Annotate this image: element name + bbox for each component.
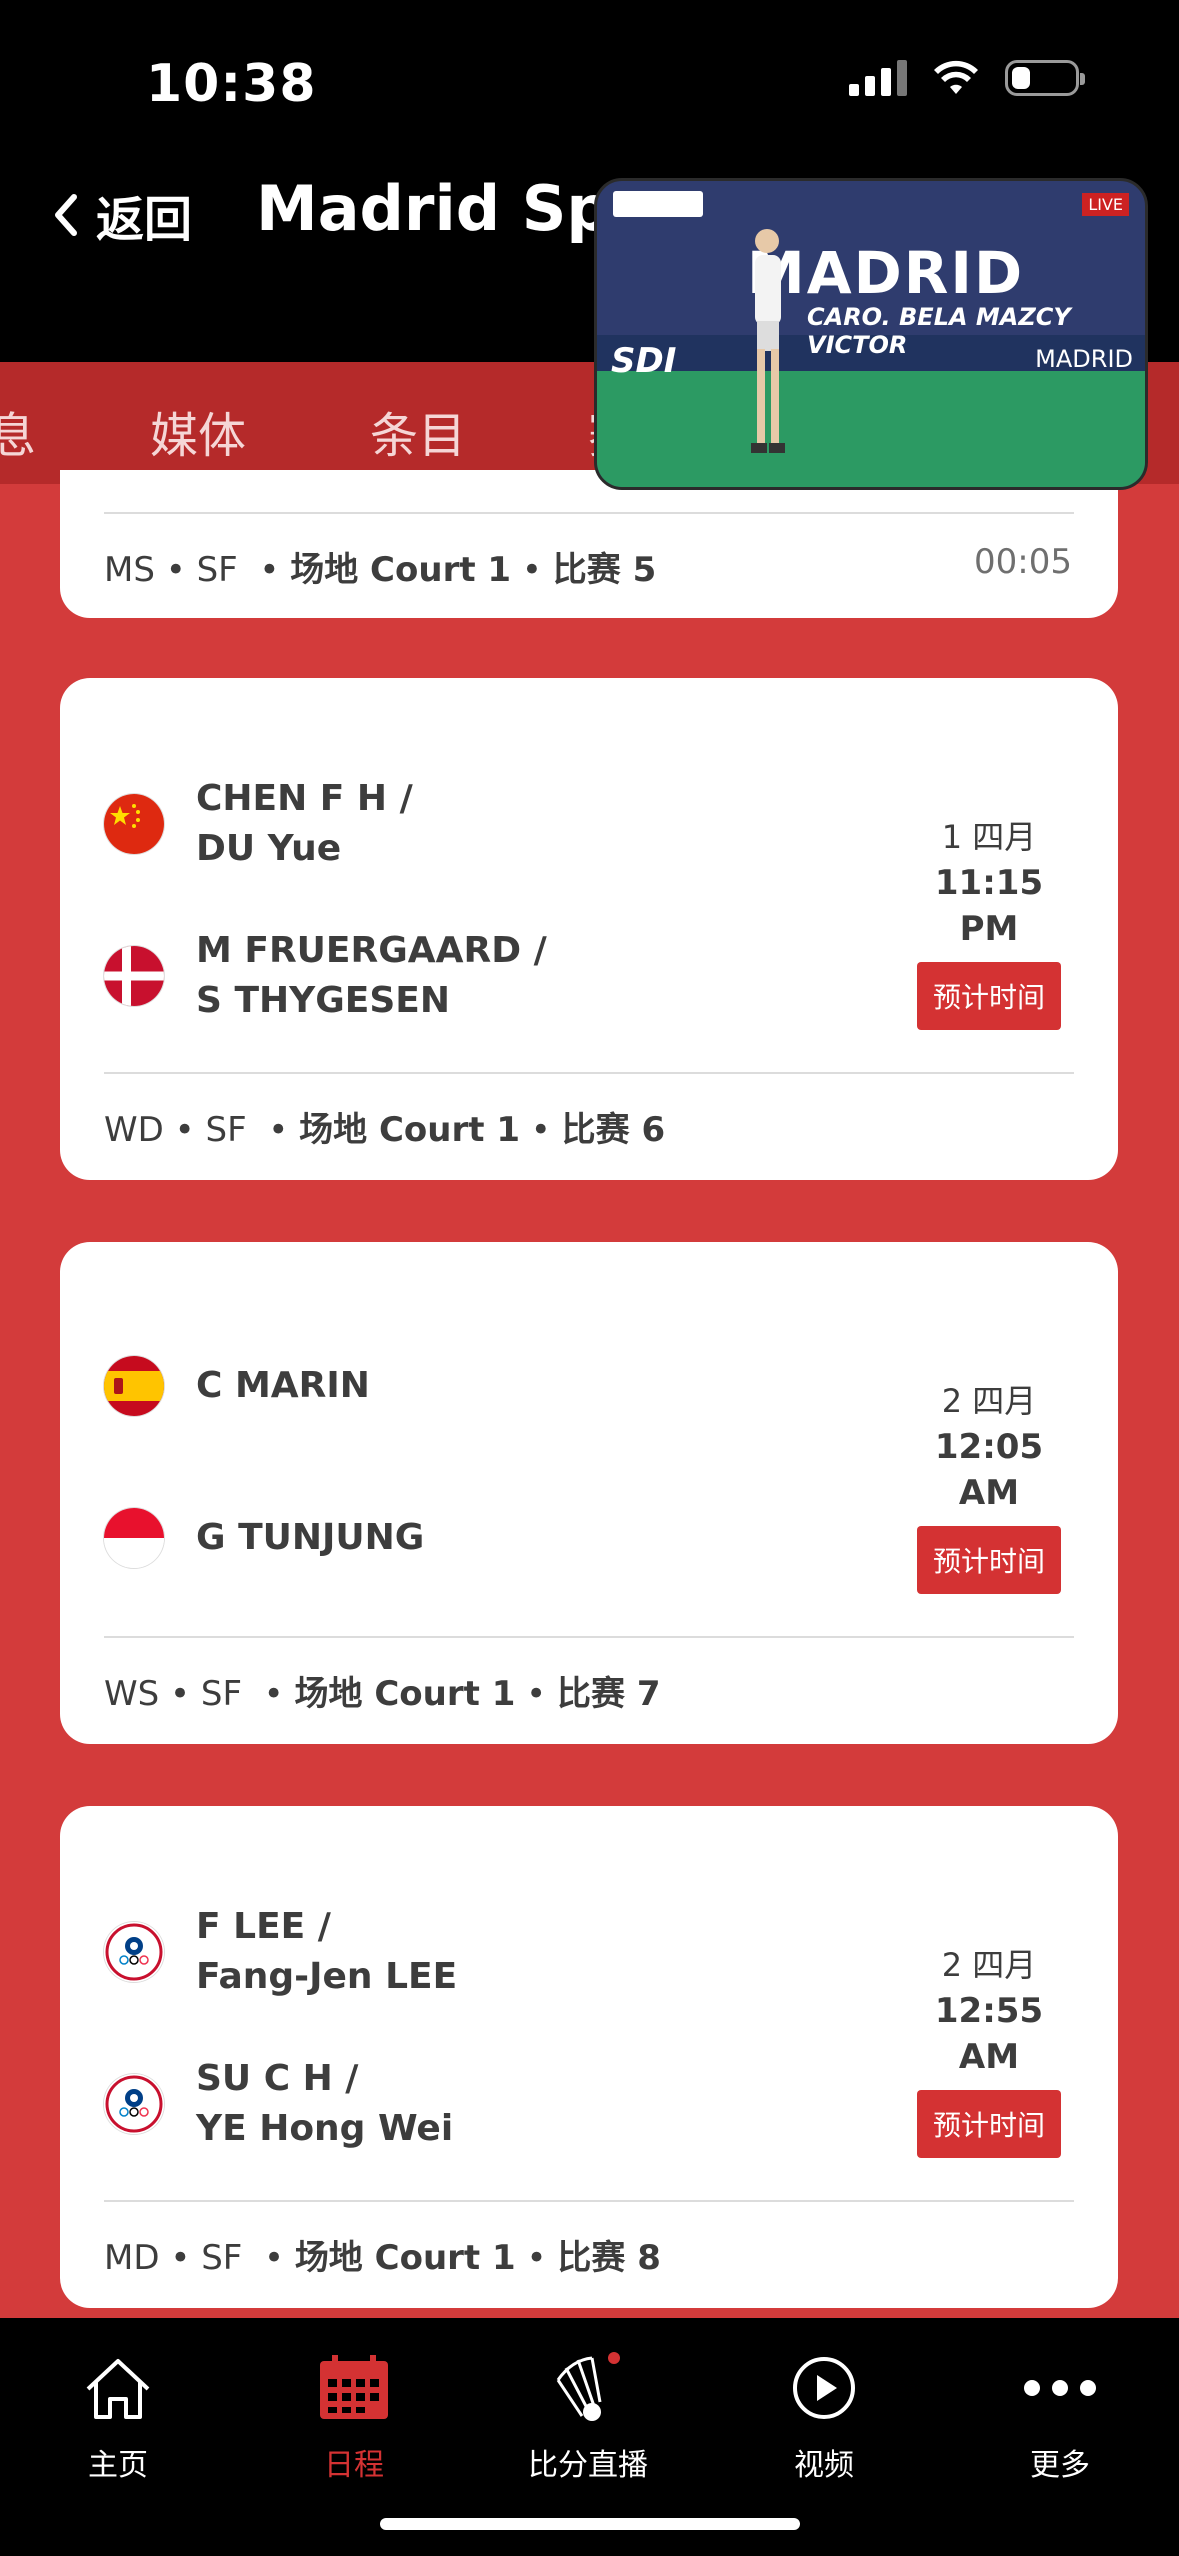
team-2: SU C H / YE Hong Wei: [104, 2054, 453, 2154]
match-date: 2 四月: [941, 1946, 1037, 1984]
player-name: C MARIN: [196, 1365, 370, 1406]
status-bar: 10:38: [0, 0, 1179, 170]
video-scoreboard: [613, 191, 703, 217]
chinese-taipei-flag-icon: [104, 1922, 164, 1982]
tabbar-schedule[interactable]: 日程: [274, 2348, 434, 2484]
tabbar-video[interactable]: 视频: [744, 2348, 904, 2484]
tabbar-home[interactable]: 主页: [38, 2348, 198, 2484]
estimated-time-badge: 预计时间: [916, 2090, 1061, 2158]
divider: [104, 1636, 1074, 1638]
team-1: F LEE / Fang-Jen LEE: [104, 1902, 457, 2002]
tabbar-more[interactable]: 更多: [980, 2348, 1140, 2484]
calendar-icon: [320, 2355, 388, 2419]
indonesia-flag-icon: [104, 1508, 164, 1568]
chinese-taipei-flag-icon: [104, 2074, 164, 2134]
scheduled-time: 2 四月 12:05 AM 预计时间: [914, 1378, 1064, 1594]
back-button[interactable]: 返回: [48, 180, 192, 250]
status-icons: [849, 60, 1085, 96]
divider: [104, 512, 1074, 514]
picture-in-picture-video[interactable]: MADRID CARO. BELA MAZCY VICTOR SDI MADRI…: [594, 178, 1148, 490]
tab-entries[interactable]: 条目: [370, 396, 466, 466]
tabbar-label: 主页: [88, 2448, 148, 2483]
match-meta: WD • SF • 场地 Court 1 • 比赛 6: [104, 1110, 666, 1150]
team-2: M FRUERGAARD / S THYGESEN: [104, 926, 547, 1026]
more-icon: [1024, 2380, 1096, 2396]
player-name: G TUNJUNG: [196, 1517, 425, 1558]
match-time: 11:15 PM: [934, 863, 1044, 949]
estimated-time-badge: 预计时间: [916, 962, 1061, 1030]
tab-info[interactable]: 息: [0, 396, 36, 466]
live-badge: LIVE: [1082, 193, 1129, 216]
video-player-figure: [751, 229, 785, 453]
team-1: C MARIN: [104, 1356, 370, 1416]
match-card-6[interactable]: CHEN F H / DU Yue M FRUERGAARD / S THYGESE…: [60, 678, 1118, 1180]
tabbar-live-scores[interactable]: 比分直播: [508, 2348, 668, 2484]
chevron-left-icon: [55, 194, 77, 236]
shuttlecock-icon: [556, 2352, 620, 2421]
video-court: [597, 371, 1145, 487]
home-icon: [86, 2359, 150, 2419]
china-flag-icon: [104, 794, 164, 854]
scheduled-time: 1 四月 11:15 PM 预计时间: [914, 814, 1064, 1030]
video-sponsor: SDI: [611, 341, 677, 381]
divider: [104, 2200, 1074, 2202]
match-card-5[interactable]: MS • SF • 场地 Court 1 • 比赛 5 00:05: [60, 470, 1118, 618]
match-meta: MD • SF • 场地 Court 1 • 比赛 8: [104, 2238, 661, 2278]
match-duration: 00:05: [974, 542, 1072, 582]
team-2: G TUNJUNG: [104, 1508, 424, 1568]
match-date: 1 四月: [941, 818, 1037, 856]
tabbar-label: 视频: [794, 2448, 854, 2483]
match-meta: WS • SF • 场地 Court 1 • 比赛 7: [104, 1674, 661, 1714]
cellular-signal-icon: [849, 60, 907, 96]
match-date: 2 四月: [941, 1382, 1037, 1420]
match-time: 12:05 AM: [934, 1427, 1044, 1513]
video-side-text: MADRID: [1035, 345, 1133, 373]
player-name: F LEE / Fang-Jen LEE: [196, 1906, 458, 1997]
match-meta: MS • SF • 场地 Court 1 • 比赛 5: [104, 550, 657, 590]
estimated-time-badge: 预计时间: [916, 1526, 1061, 1594]
denmark-flag-icon: [104, 946, 164, 1006]
back-label: 返回: [96, 192, 193, 248]
status-time: 10:38: [146, 54, 317, 114]
divider: [104, 1072, 1074, 1074]
team-1: CHEN F H / DU Yue: [104, 774, 413, 874]
match-card-7[interactable]: C MARIN G TUNJUNG 2 四月 12:05 AM 预计时间 WS …: [60, 1242, 1118, 1744]
play-icon: [793, 2357, 855, 2419]
home-indicator: [380, 2518, 800, 2530]
player-name: CHEN F H / DU Yue: [196, 778, 413, 869]
spain-flag-icon: [104, 1356, 164, 1416]
tab-media[interactable]: 媒体: [150, 396, 246, 466]
tabbar-label: 日程: [324, 2448, 384, 2483]
tabbar-label: 更多: [1030, 2448, 1090, 2483]
scheduled-time: 2 四月 12:55 AM 预计时间: [914, 1942, 1064, 2158]
match-time: 12:55 AM: [934, 1991, 1044, 2077]
battery-icon: [1005, 60, 1085, 96]
tabbar-label: 比分直播: [528, 2448, 648, 2483]
wifi-icon: [934, 60, 978, 94]
video-brand-text: MADRID: [747, 239, 1025, 307]
match-card-8[interactable]: F LEE / Fang-Jen LEE SU C H / YE Hong Wei …: [60, 1806, 1118, 2308]
player-name: SU C H / YE Hong Wei: [196, 2058, 454, 2149]
player-name: M FRUERGAARD / S THYGESEN: [196, 930, 547, 1021]
